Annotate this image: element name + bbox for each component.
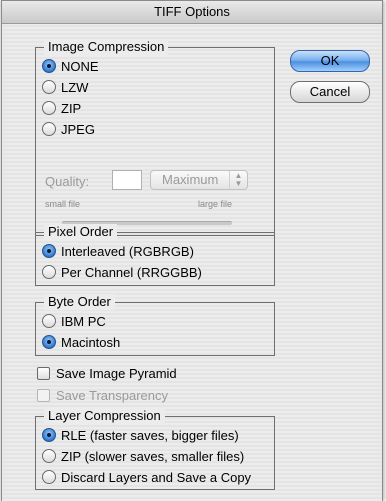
radio-macintosh-label: Macintosh <box>61 334 121 350</box>
radio-interleaved[interactable]: Interleaved (RGBRGB) <box>42 242 194 260</box>
radio-layer-zip[interactable]: ZIP (slower saves, smaller files) <box>42 447 244 465</box>
radio-macintosh[interactable]: Macintosh <box>42 333 120 351</box>
layer-compression-group: Layer Compression RLE (faster saves, big… <box>35 408 275 490</box>
checkbox-icon[interactable] <box>37 366 50 380</box>
radio-button-icon[interactable] <box>42 80 56 94</box>
layer-compression-label: Layer Compression <box>44 408 165 424</box>
radio-ibm-pc[interactable]: IBM PC <box>42 312 106 330</box>
radio-button-icon[interactable] <box>42 314 56 328</box>
save-image-pyramid-label: Save Image Pyramid <box>56 365 177 381</box>
radio-button-icon[interactable] <box>42 265 56 279</box>
image-compression-label: Image Compression <box>44 39 169 55</box>
radio-interleaved-label: Interleaved (RGBRGB) <box>61 243 194 259</box>
radio-button-icon[interactable] <box>42 470 56 484</box>
quality-label: Quality: <box>45 174 90 189</box>
quality-preset-select[interactable]: Maximum ▲ ▼ <box>150 170 248 190</box>
radio-ibm-pc-label: IBM PC <box>61 313 106 329</box>
pixel-order-group: Pixel Order Interleaved (RGBRGB) Per Cha… <box>35 224 275 286</box>
window-title: TIFF Options <box>2 1 382 24</box>
radio-button-icon[interactable] <box>42 59 56 73</box>
radio-zip-label: ZIP <box>61 100 82 116</box>
radio-lzw[interactable]: LZW <box>42 78 88 96</box>
save-image-pyramid-checkbox[interactable]: Save Image Pyramid <box>37 364 177 382</box>
cancel-button[interactable]: Cancel <box>290 81 370 103</box>
radio-button-icon[interactable] <box>42 122 56 136</box>
radio-layer-zip-label: ZIP (slower saves, smaller files) <box>61 448 245 464</box>
radio-rle-label: RLE (faster saves, bigger files) <box>61 427 239 443</box>
radio-none[interactable]: NONE <box>42 57 99 75</box>
radio-rle[interactable]: RLE (faster saves, bigger files) <box>42 426 239 444</box>
radio-button-icon[interactable] <box>42 449 56 463</box>
radio-discard-layers[interactable]: Discard Layers and Save a Copy <box>42 468 251 486</box>
radio-zip[interactable]: ZIP <box>42 99 81 117</box>
radio-button-icon[interactable] <box>42 101 56 115</box>
checkbox-icon <box>37 388 50 402</box>
large-file-label: large file <box>198 199 233 209</box>
radio-button-icon[interactable] <box>42 244 56 258</box>
radio-button-icon[interactable] <box>42 428 56 442</box>
radio-lzw-label: LZW <box>61 79 89 95</box>
quality-input[interactable] <box>112 170 142 190</box>
radio-per-channel-label: Per Channel (RRGGBB) <box>61 264 202 280</box>
radio-button-icon[interactable] <box>42 335 56 349</box>
dialog-content: Image Compression NONE LZW ZIP JPEG Qual… <box>2 24 382 501</box>
radio-none-label: NONE <box>61 58 99 74</box>
byte-order-group: Byte Order IBM PC Macintosh <box>35 294 275 356</box>
radio-jpeg[interactable]: JPEG <box>42 120 95 138</box>
tiff-options-dialog: TIFF Options Image Compression NONE LZW … <box>1 0 383 501</box>
radio-per-channel[interactable]: Per Channel (RRGGBB) <box>42 263 202 281</box>
radio-discard-layers-label: Discard Layers and Save a Copy <box>61 469 252 485</box>
select-arrows-icon: ▲ ▼ <box>229 171 247 189</box>
pixel-order-label: Pixel Order <box>44 224 118 240</box>
small-file-label: small file <box>45 199 81 209</box>
byte-order-label: Byte Order <box>44 294 115 310</box>
radio-jpeg-label: JPEG <box>61 121 95 137</box>
quality-preset-value: Maximum <box>162 172 219 187</box>
save-transparency-label: Save Transparency <box>56 387 169 403</box>
save-transparency-checkbox: Save Transparency <box>37 386 168 404</box>
ok-button[interactable]: OK <box>290 50 370 72</box>
